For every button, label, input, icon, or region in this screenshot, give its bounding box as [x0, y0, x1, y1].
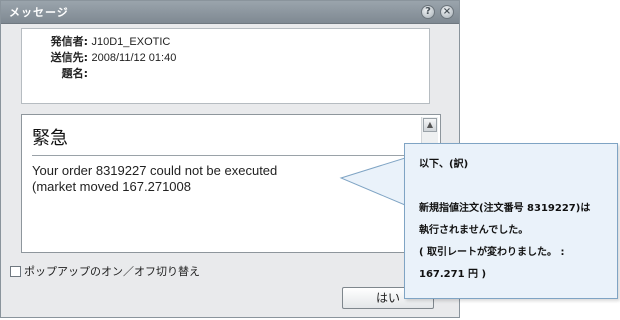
- message-dialog: メッセージ ? × 発信者: J10D1_EXOTIC 送信先: 2008/11…: [0, 0, 460, 318]
- translation-line-4: 167.271 円 ): [419, 269, 487, 280]
- translation-line-2: 執行されませんでした。: [419, 225, 529, 236]
- message-subject: 緊急: [32, 128, 68, 149]
- sender-row: 発信者: J10D1_EXOTIC: [22, 33, 171, 49]
- translation-callout: 以下、(訳) 新規指値注文(注文番号 8319227)は 執行されませんでした。…: [404, 143, 618, 299]
- translation-title: 以下、(訳): [419, 159, 469, 170]
- scroll-up-icon[interactable]: ▲: [423, 118, 437, 132]
- subject-row: 題名:: [22, 65, 88, 81]
- popup-toggle[interactable]: ポップアップのオン／オフ切り替え: [10, 263, 200, 279]
- sender-value: J10D1_EXOTIC: [91, 36, 171, 48]
- message-text: Your order 8319227 could not be executed…: [32, 163, 278, 194]
- translation-line-3: ( 取引レートが変わりました。 :: [419, 247, 565, 258]
- help-icon[interactable]: ?: [421, 5, 435, 19]
- translation-line-1: 新規指値注文(注文番号 8319227)は: [419, 203, 591, 214]
- sent-label: 送信先:: [50, 51, 88, 64]
- sent-row: 送信先: 2008/11/12 01:40: [22, 49, 177, 65]
- message-body-box[interactable]: 緊急 Your order 8319227 could not be execu…: [21, 114, 441, 253]
- sender-label: 発信者:: [50, 35, 88, 48]
- sent-value: 2008/11/12 01:40: [91, 52, 177, 64]
- subject-label: 題名:: [61, 67, 88, 80]
- divider: [32, 155, 412, 156]
- close-icon[interactable]: ×: [440, 5, 454, 19]
- popup-toggle-label: ポップアップのオン／オフ切り替え: [24, 265, 200, 278]
- message-header: 発信者: J10D1_EXOTIC 送信先: 2008/11/12 01:40 …: [21, 28, 430, 104]
- title-bar[interactable]: メッセージ ? ×: [1, 1, 459, 24]
- popup-toggle-checkbox[interactable]: [10, 266, 21, 277]
- window-title: メッセージ: [9, 6, 69, 19]
